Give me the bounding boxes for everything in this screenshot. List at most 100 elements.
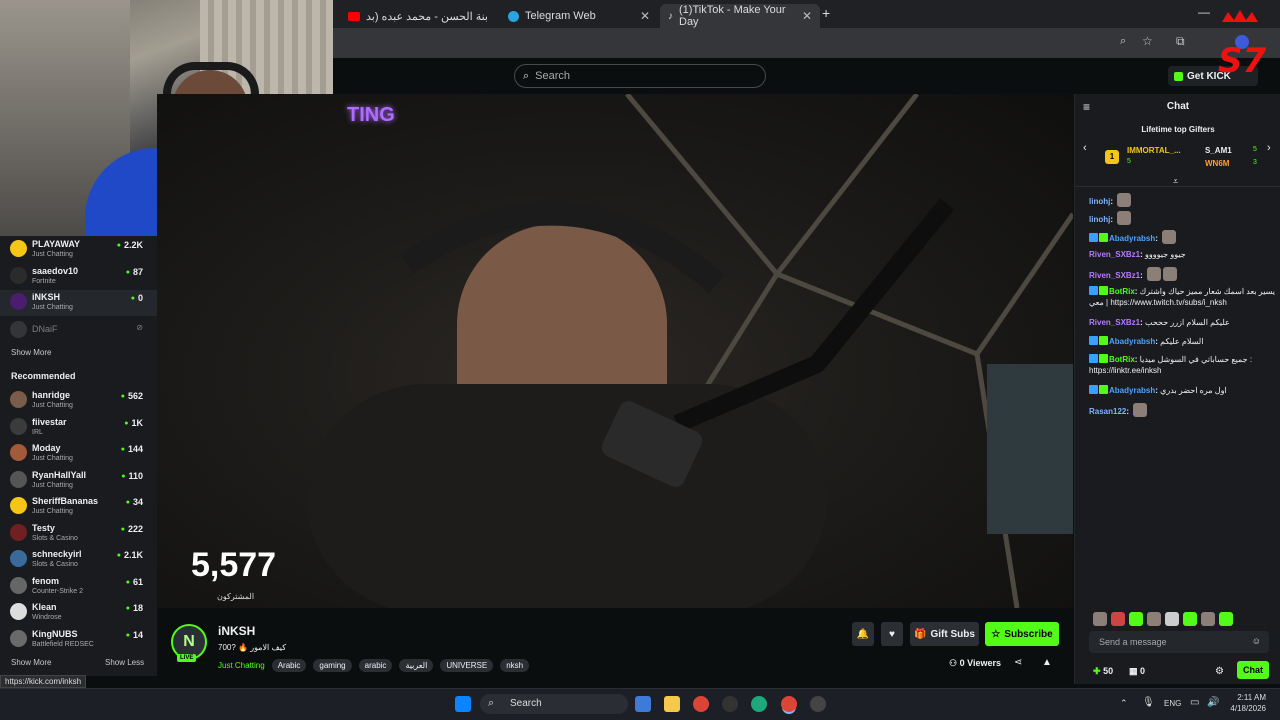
show-more-link[interactable]: Show More <box>11 658 51 667</box>
chevron-up-icon[interactable]: ⌃ <box>1120 698 1128 709</box>
gifter-name[interactable]: S_AM1 <box>1205 146 1232 155</box>
emote-icon[interactable] <box>1093 612 1107 626</box>
taskbar-search[interactable]: ⌕ Search <box>480 694 628 714</box>
store-app-icon[interactable] <box>635 696 651 712</box>
microphone-icon[interactable]: 🎙 <box>1142 697 1155 708</box>
gifter-name[interactable]: WN6M <box>1205 159 1229 168</box>
sidebar-item-recommended[interactable]: hanridge Just Chatting 562 <box>0 388 157 414</box>
emote-icon <box>1163 267 1178 281</box>
tag[interactable]: العربية <box>399 659 434 672</box>
emote-icon[interactable] <box>1201 612 1215 626</box>
sidebar-item-playaway[interactable]: PLAYAWAY Just Chatting 2.2K <box>0 237 157 263</box>
sidebar-item-dnaif[interactable]: DNaiF ⊘ <box>0 318 157 344</box>
sidebar-item-saaedov10[interactable]: saaedov10 Fortnite 87 <box>0 264 157 290</box>
clock[interactable]: 2:11 AM 4/18/2026 <box>1226 692 1266 714</box>
store-button[interactable]: ▦ 0 <box>1129 666 1145 677</box>
chat-username[interactable]: BotRix <box>1109 287 1135 296</box>
sidebar-item-recommended[interactable]: Moday Just Chatting 144 <box>0 441 157 467</box>
search-input[interactable]: ⌕ Search <box>514 64 766 88</box>
tag[interactable]: UNIVERSE <box>440 659 494 672</box>
sidebar-item-recommended[interactable]: SheriffBananas Just Chatting 34 <box>0 494 157 520</box>
chat-username[interactable]: Riven_SXBz1 <box>1089 318 1140 327</box>
store-value: 0 <box>1140 666 1146 676</box>
tag[interactable]: arabic <box>358 659 393 672</box>
chat-username[interactable]: Riven_SXBz1 <box>1089 271 1140 280</box>
emote-icon[interactable] <box>1129 612 1143 626</box>
video-player[interactable]: TING 5,577 المشتركون <box>157 94 1073 608</box>
chat-input-placeholder: Send a message <box>1099 637 1167 647</box>
chat-username[interactable]: Abadyrabsh <box>1109 234 1155 243</box>
tag[interactable]: gaming <box>313 659 352 672</box>
minimize-icon[interactable]: — <box>1198 5 1210 19</box>
file-explorer-icon[interactable] <box>664 696 680 712</box>
show-more-link[interactable]: Show More <box>11 348 51 357</box>
tab-telegram[interactable]: Telegram Web ✕ <box>500 4 658 28</box>
tab-tiktok[interactable]: ♪ (1)TikTok - Make Your Day ✕ <box>660 4 820 28</box>
chat-message: BotRix: يسير بعد اسمك شعار مميز حياك واش… <box>1089 286 1275 307</box>
network-icon[interactable]: ▭ <box>1190 697 1199 708</box>
subscriber-count: 5,577 <box>191 546 277 584</box>
app-icon[interactable] <box>810 696 826 712</box>
subscribe-button[interactable]: ☆ Subscribe <box>985 622 1059 646</box>
avatar <box>10 470 27 488</box>
gift-subs-button[interactable]: 🎁 Gift Subs <box>910 622 979 646</box>
bookmark-star-icon[interactable]: ☆ <box>1142 34 1153 48</box>
chat-username[interactable]: Abadyrabsh <box>1109 337 1155 346</box>
share-icon[interactable]: ⋖ <box>1014 657 1022 668</box>
kick-logo-icon <box>1174 71 1183 81</box>
tag[interactable]: Arabic <box>271 659 307 672</box>
sidebar-item-recommended[interactable]: Klean Windrose 18 <box>0 600 157 626</box>
edge-icon[interactable] <box>751 696 767 712</box>
points-icon: ✚ <box>1093 666 1101 676</box>
chrome-active-icon[interactable] <box>781 696 797 712</box>
volume-icon[interactable]: 🔊 <box>1207 697 1219 708</box>
obs-icon[interactable] <box>722 696 738 712</box>
extensions-icon[interactable]: ⧉ <box>1176 34 1185 49</box>
chat-username[interactable]: linohj <box>1089 197 1110 206</box>
notification-bell-button[interactable]: 🔔 <box>852 622 874 646</box>
channel-points[interactable]: ✚ 50 <box>1093 666 1113 677</box>
tag[interactable]: nksh <box>500 659 530 672</box>
chevron-left-icon[interactable]: ‹ <box>1083 142 1087 154</box>
chat-username[interactable]: Riven_SXBz1 <box>1089 250 1140 259</box>
emote-icon <box>1133 403 1148 417</box>
chrome-icon[interactable] <box>693 696 709 712</box>
chat-username[interactable]: Abadyrabsh <box>1109 386 1155 395</box>
report-icon[interactable]: ▲ <box>1042 657 1052 668</box>
emoji-icon[interactable]: ☺ <box>1252 636 1261 646</box>
send-chat-button[interactable]: Chat <box>1237 661 1269 679</box>
gear-icon[interactable]: ⚙ <box>1215 666 1224 677</box>
sidebar-item-inksh[interactable]: iNKSH Just Chatting 0 <box>0 290 157 316</box>
emote-icon[interactable] <box>1165 612 1179 626</box>
emote-icon[interactable] <box>1147 612 1161 626</box>
new-tab-button[interactable]: + <box>822 5 830 21</box>
zoom-icon[interactable]: ⌕ <box>1120 35 1126 48</box>
chat-username[interactable]: Rasan122 <box>1089 407 1126 416</box>
channel-name[interactable]: iNKSH <box>218 624 255 638</box>
gifter-name[interactable]: IMMORTAL_... <box>1127 146 1181 155</box>
sidebar-item-recommended[interactable]: fenom Counter-Strike 2 61 <box>0 574 157 600</box>
chevron-right-icon[interactable]: › <box>1267 142 1271 154</box>
windows-start-icon[interactable] <box>455 696 471 712</box>
emote-icon[interactable] <box>1111 612 1125 626</box>
close-icon[interactable]: ✕ <box>802 9 812 23</box>
sidebar-item-recommended[interactable]: RyanHallYall Just Chatting 110 <box>0 468 157 494</box>
emote-icon[interactable] <box>1219 612 1233 626</box>
language-indicator[interactable]: ENG <box>1164 699 1181 708</box>
channel-name: Klean <box>32 602 57 612</box>
viewer-count: 18 <box>126 603 143 613</box>
bell-icon: 🔔 <box>856 628 870 640</box>
chat-username[interactable]: BotRix <box>1109 355 1135 364</box>
chat-input[interactable]: Send a message ☺ <box>1089 631 1269 653</box>
sidebar-item-recommended[interactable]: fiivestar IRL 1K <box>0 415 157 441</box>
tab-youtube[interactable]: بنة الحسن - محمد عبده (بدون مو... <box>340 4 498 28</box>
category-link[interactable]: Just Chatting <box>218 661 265 670</box>
close-icon[interactable]: ✕ <box>640 9 650 23</box>
follow-button[interactable]: ♥ <box>881 622 903 646</box>
chat-username[interactable]: linohj <box>1089 215 1110 224</box>
show-less-link[interactable]: Show Less <box>105 658 144 667</box>
sidebar-item-recommended[interactable]: schneckyirl Slots & Casino 2.1K <box>0 547 157 573</box>
sidebar-item-recommended[interactable]: Testy Slots & Casino 222 <box>0 521 157 547</box>
emote-icon[interactable] <box>1183 612 1197 626</box>
sidebar-item-recommended[interactable]: KingNUBS Battlefield REDSEC 14 <box>0 627 157 653</box>
